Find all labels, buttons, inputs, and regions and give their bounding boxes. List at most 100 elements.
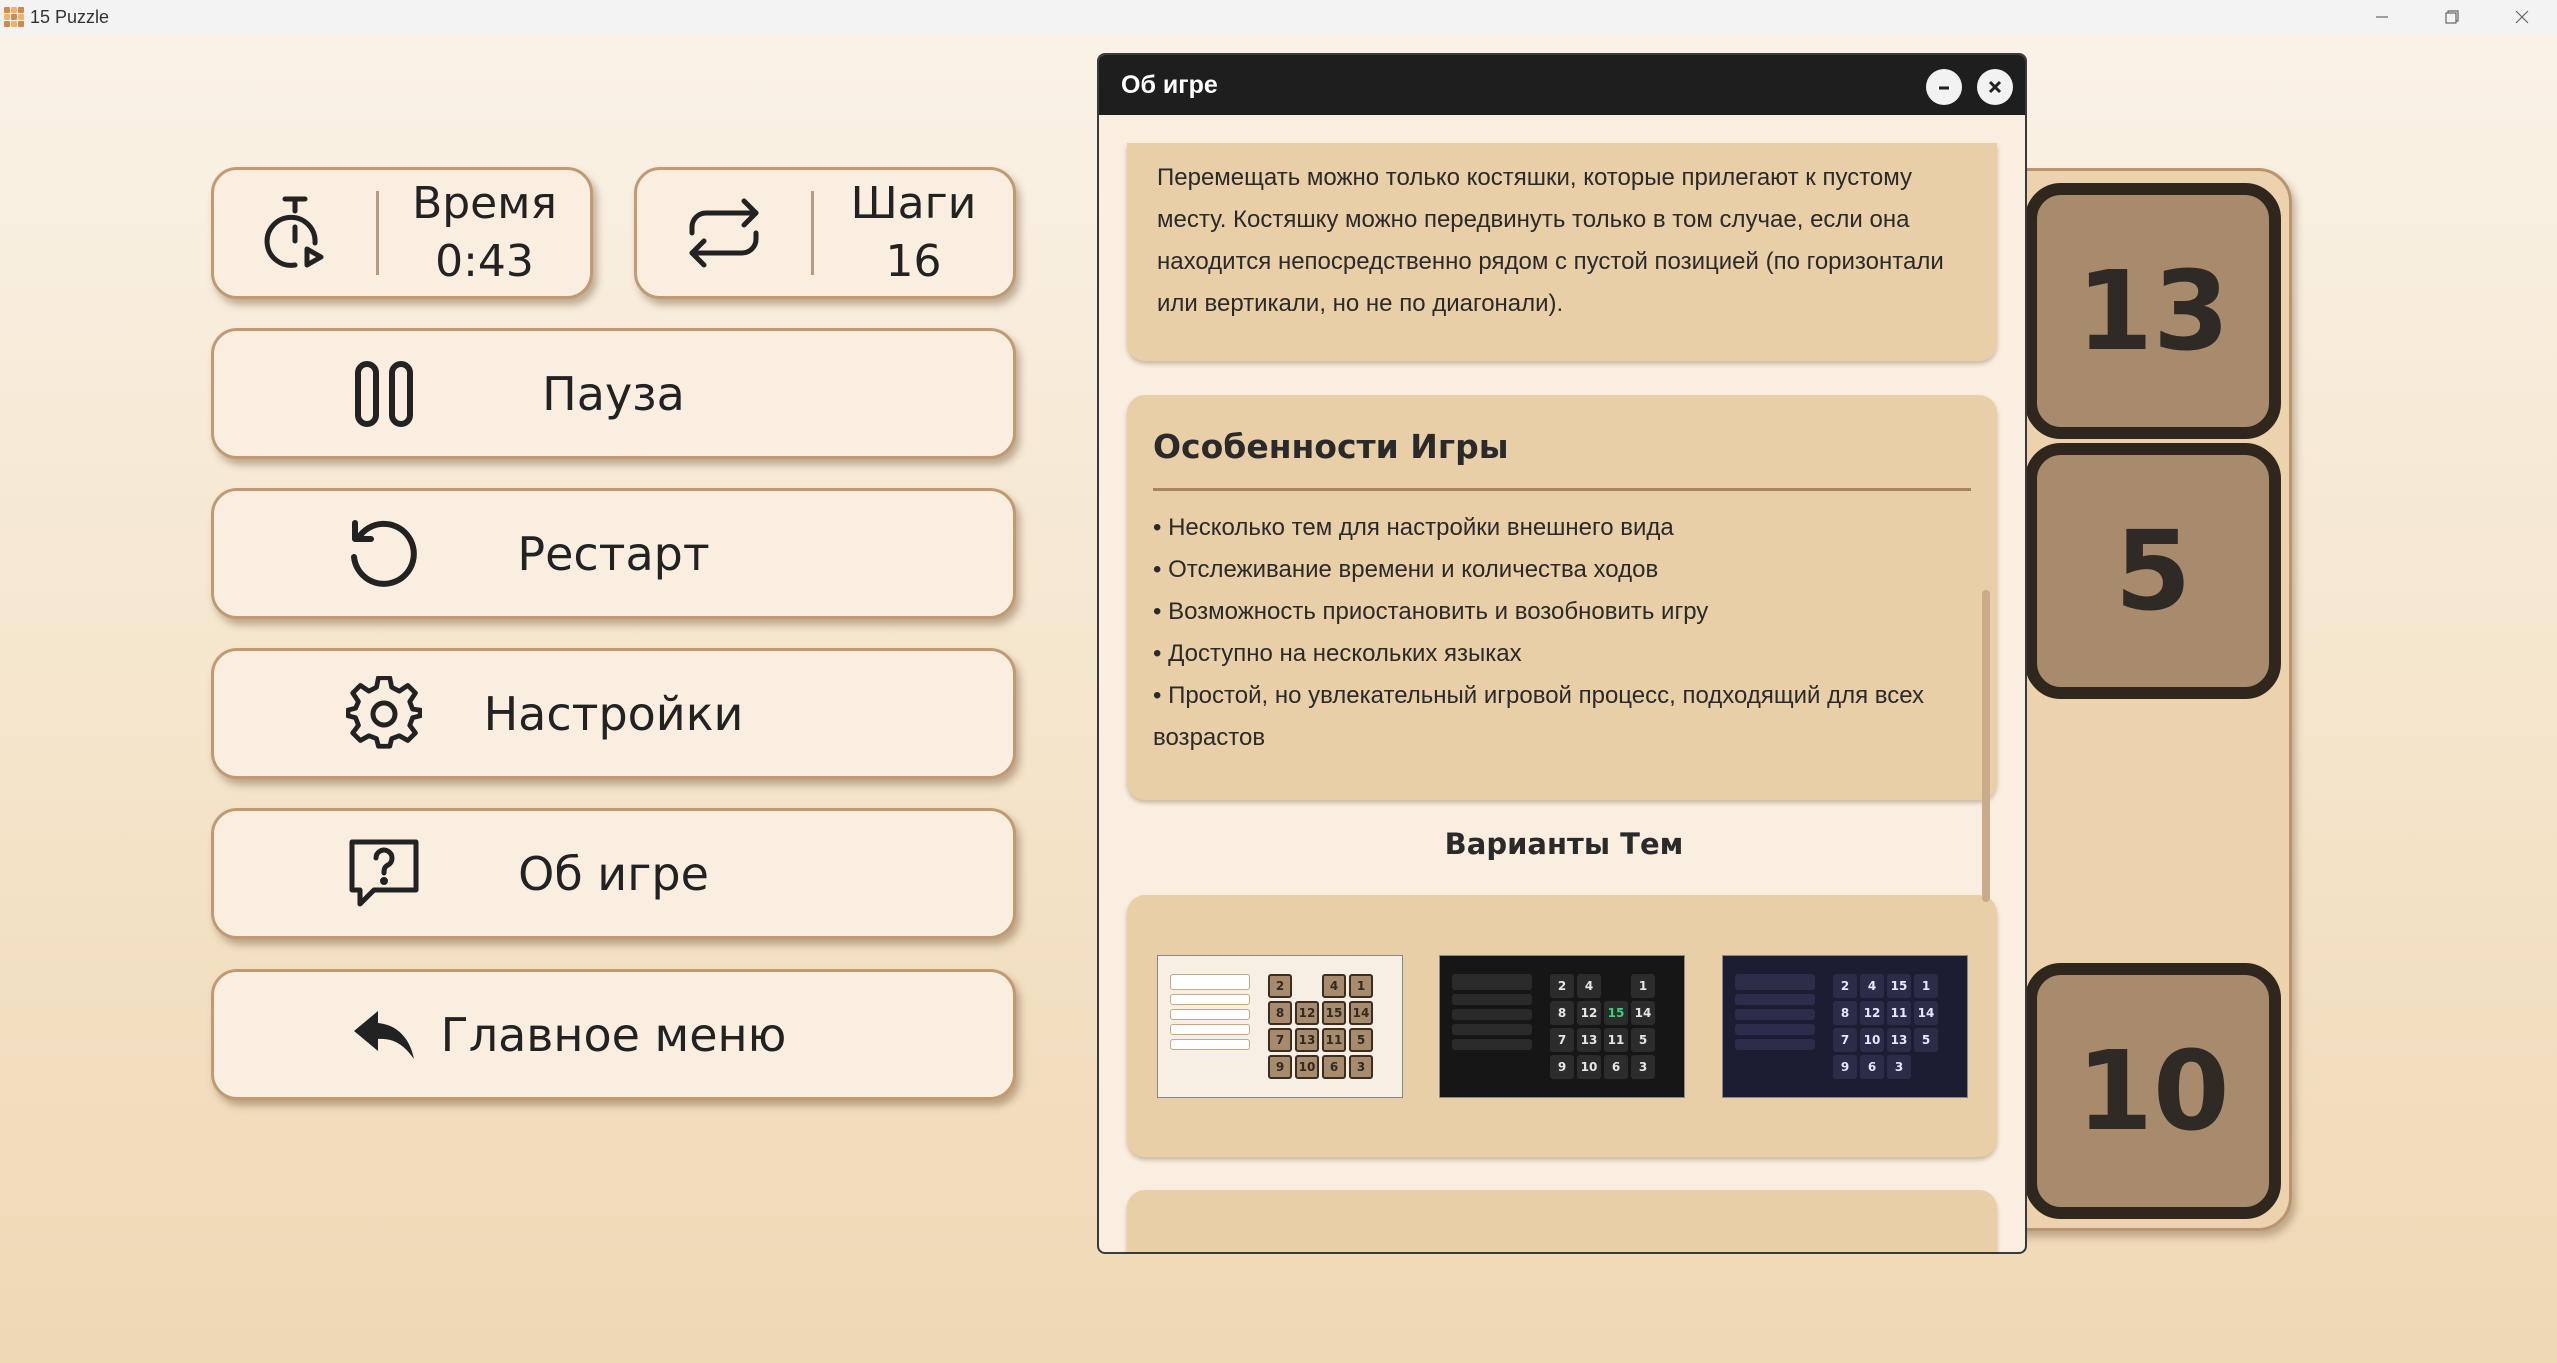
settings-button[interactable]: Настройки xyxy=(211,648,1016,779)
about-button[interactable]: Об игре xyxy=(211,808,1016,939)
theme-grid-cell: 1 xyxy=(1631,974,1655,998)
theme-grid-cell: 12 xyxy=(1860,1001,1884,1025)
theme-grid-cell: 15 xyxy=(1887,974,1911,998)
list-item: • Отслеживание времени и количества ходо… xyxy=(1153,556,1659,583)
theme-grid-cell: 2 xyxy=(1550,974,1574,998)
stopwatch-play-icon xyxy=(214,193,376,273)
theme-grid-cell: 5 xyxy=(1631,1028,1655,1052)
about-label: Об игре xyxy=(518,846,709,901)
theme-grid-cell: 13 xyxy=(1577,1028,1601,1052)
theme-grid-blue: 2 4 15 1 8 12 11 14 7 10 13 5 9 6 3 xyxy=(1833,974,1943,1079)
theme-grid-cell: 14 xyxy=(1631,1001,1655,1025)
steps-value: 16 xyxy=(885,236,942,287)
theme-grid-cell: 9 xyxy=(1833,1055,1857,1079)
dialog-title: Об игре xyxy=(1121,70,1218,99)
theme-grid-cell: 14 xyxy=(1914,1001,1938,1025)
theme-grid-cell: 15 xyxy=(1604,1001,1628,1025)
list-item: • Простой, но увлекательный игровой проц… xyxy=(1153,682,1925,751)
theme-grid-cell: 2 xyxy=(1833,974,1857,998)
tile[interactable]: 10 xyxy=(2025,963,2281,1219)
pause-button[interactable]: Пауза xyxy=(211,328,1016,459)
theme-grid-cell: 4 xyxy=(1577,974,1601,998)
dialog-scrollbar[interactable] xyxy=(1982,590,1990,902)
theme-grid-cell: 10 xyxy=(1860,1028,1884,1052)
list-item: • Доступно на нескольких языках xyxy=(1153,640,1522,667)
restart-button[interactable]: Рестарт xyxy=(211,488,1016,619)
theme-grid-cell xyxy=(1604,974,1628,998)
theme-grid-cell: 7 xyxy=(1268,1028,1292,1052)
window-title: 15 Puzzle xyxy=(30,6,110,27)
window-controls xyxy=(2347,0,2557,34)
theme-grid-cell: 4 xyxy=(1860,974,1884,998)
features-section: Особенности Игры • Несколько тем для нас… xyxy=(1127,395,1997,800)
features-title: Особенности Игры xyxy=(1153,427,1509,466)
main-menu-label: Главное меню xyxy=(440,1007,787,1062)
rules-text: Перемещать можно только костяшки, которы… xyxy=(1157,164,1944,317)
theme-grid-cell: 8 xyxy=(1550,1001,1574,1025)
theme-grid-cell: 3 xyxy=(1887,1055,1911,1079)
features-list: • Несколько тем для настройки внешнего в… xyxy=(1153,507,1971,759)
theme-grid-cell: 10 xyxy=(1295,1055,1319,1079)
theme-grid-cell: 14 xyxy=(1349,1001,1373,1025)
theme-grid-cell xyxy=(1295,974,1319,998)
time-value: 0:43 xyxy=(435,236,534,287)
settings-label: Настройки xyxy=(483,686,744,741)
list-item: • Несколько тем для настройки внешнего в… xyxy=(1153,514,1674,541)
theme-grid-cell: 10 xyxy=(1577,1055,1601,1079)
theme-grid-cell: 4 xyxy=(1322,974,1346,998)
repeat-arrows-icon xyxy=(637,197,811,269)
theme-grid-cell: 1 xyxy=(1349,974,1373,998)
theme-grid-cell: 15 xyxy=(1322,1001,1346,1025)
main-menu-button[interactable]: Главное меню xyxy=(211,969,1016,1100)
theme-grid-cell: 7 xyxy=(1833,1028,1857,1052)
theme-grid-cell: 3 xyxy=(1349,1055,1373,1079)
theme-grid-dark: 2 4 1 8 12 15 14 7 13 11 5 9 10 6 3 xyxy=(1550,974,1660,1079)
rules-section: Перемещать можно только костяшки, которы… xyxy=(1127,143,1997,361)
theme-grid-cell: 11 xyxy=(1887,1001,1911,1025)
theme-grid-cell: 5 xyxy=(1349,1028,1373,1052)
theme-preview-blue[interactable]: 2 4 15 1 8 12 11 14 7 10 13 5 9 6 3 xyxy=(1722,955,1968,1098)
theme-grid-cell: 11 xyxy=(1604,1028,1628,1052)
theme-grid-cell: 5 xyxy=(1914,1028,1938,1052)
close-icon xyxy=(1988,80,2002,94)
themes-title: Варианты Тем xyxy=(1444,827,1684,861)
steps-stat-card: Шаги 16 xyxy=(634,167,1016,299)
time-label: Время xyxy=(412,178,557,229)
theme-grid-cell: 12 xyxy=(1577,1001,1601,1025)
theme-preview-dark[interactable]: 2 4 1 8 12 15 14 7 13 11 5 9 10 6 3 xyxy=(1439,955,1685,1098)
close-dialog-button[interactable] xyxy=(1977,69,2013,105)
tile[interactable]: 13 xyxy=(2025,183,2281,439)
theme-grid-cell: 9 xyxy=(1268,1055,1292,1079)
list-item: • Возможность приостановить и возобновит… xyxy=(1153,598,1709,625)
time-stat-card: Время 0:43 xyxy=(211,167,593,299)
theme-grid-cell: 6 xyxy=(1860,1055,1884,1079)
app-icon xyxy=(4,7,24,27)
close-window-button[interactable] xyxy=(2487,0,2557,34)
theme-grid-light: 2 4 1 8 12 15 14 7 13 11 5 9 10 6 3 xyxy=(1268,974,1378,1079)
dialog-header: Об игре xyxy=(1099,55,2025,115)
minimize-dialog-button[interactable] xyxy=(1926,69,1962,105)
theme-grid-cell: 11 xyxy=(1322,1028,1346,1052)
theme-preview-light[interactable]: 2 4 1 8 12 15 14 7 13 11 5 9 10 6 3 xyxy=(1157,955,1403,1098)
theme-grid-cell: 13 xyxy=(1887,1028,1911,1052)
restore-window-button[interactable] xyxy=(2417,0,2487,34)
restart-label: Рестарт xyxy=(517,526,710,581)
tile[interactable]: 5 xyxy=(2025,443,2281,699)
theme-grid-cell: 8 xyxy=(1268,1001,1292,1025)
features-divider xyxy=(1153,488,1971,491)
theme-grid-cell: 3 xyxy=(1631,1055,1655,1079)
theme-grid-cell: 6 xyxy=(1322,1055,1346,1079)
theme-grid-cell: 8 xyxy=(1833,1001,1857,1025)
theme-grid-cell: 1 xyxy=(1914,974,1938,998)
steps-label: Шаги xyxy=(850,178,977,229)
pause-label: Пауза xyxy=(542,366,685,421)
theme-grid-cell: 6 xyxy=(1604,1055,1628,1079)
theme-grid-cell: 12 xyxy=(1295,1001,1319,1025)
theme-grid-cell: 13 xyxy=(1295,1028,1319,1052)
window-titlebar: 15 Puzzle xyxy=(0,0,2557,34)
minimize-window-button[interactable] xyxy=(2347,0,2417,34)
next-section xyxy=(1127,1190,1997,1252)
theme-grid-cell: 7 xyxy=(1550,1028,1574,1052)
theme-grid-cell xyxy=(1914,1055,1938,1079)
theme-grid-cell: 9 xyxy=(1550,1055,1574,1079)
